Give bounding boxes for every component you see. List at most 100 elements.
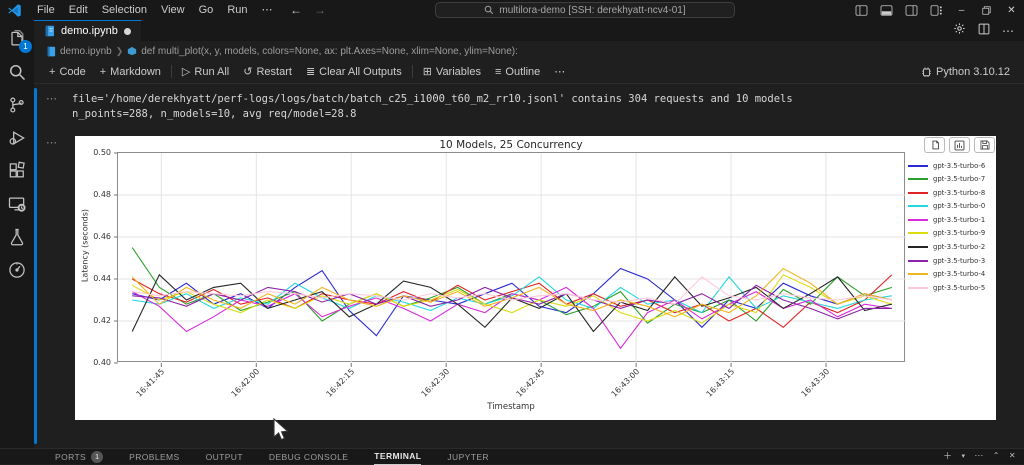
- clear-all-outputs-button[interactable]: ≣Clear All Outputs: [299, 61, 409, 83]
- remote-explorer-icon[interactable]: [7, 194, 27, 214]
- y-tick-label: 0.44: [77, 274, 111, 283]
- explorer-icon[interactable]: 1: [7, 29, 27, 49]
- panel-tab-ports[interactable]: PORTS1: [55, 449, 103, 465]
- editor-more-icon[interactable]: ⋯: [1002, 24, 1014, 38]
- close-panel-icon[interactable]: ✕: [1009, 451, 1016, 460]
- minimize-button[interactable]: –: [949, 0, 974, 20]
- menu-view[interactable]: View: [154, 0, 192, 20]
- chart-title: 10 Models, 25 Concurrency: [117, 139, 905, 151]
- add-code-cell-button[interactable]: +Code: [42, 61, 93, 83]
- search-sidebar-icon[interactable]: [7, 62, 27, 82]
- run-debug-icon[interactable]: [7, 128, 27, 148]
- panel-tab-problems[interactable]: PROBLEMS: [129, 449, 179, 465]
- breadcrumb-symbol[interactable]: def multi_plot(x, y, models, colors=None…: [141, 46, 518, 57]
- menu-file[interactable]: File: [30, 0, 62, 20]
- panel-tab-debug-console[interactable]: DEBUG CONSOLE: [269, 449, 348, 465]
- output-collapse-button[interactable]: ⋯: [46, 92, 58, 105]
- gauge-extension-icon[interactable]: [7, 260, 27, 280]
- source-control-icon[interactable]: [7, 95, 27, 115]
- close-window-button[interactable]: ✕: [999, 0, 1024, 20]
- panel-tab-output[interactable]: OUTPUT: [206, 449, 243, 465]
- vscode-logo-icon: [7, 3, 22, 18]
- output-collapse-button[interactable]: ⋯: [46, 136, 58, 149]
- open-plot-viewer-button[interactable]: [949, 137, 970, 153]
- series-line: [132, 277, 892, 304]
- legend-swatch: [908, 232, 928, 234]
- split-editor-icon[interactable]: [978, 22, 990, 40]
- output-hover-toolbar: [924, 137, 995, 153]
- cell-output-text: file='/home/derekhyatt/perf-logs/logs/ba…: [72, 92, 793, 122]
- menu-selection[interactable]: Selection: [95, 0, 154, 20]
- legend-label: gpt-3.5-turbo-4: [933, 270, 985, 278]
- outline-button[interactable]: ≡Outline: [488, 61, 547, 83]
- legend-label: gpt-3.5-turbo-6: [933, 162, 985, 170]
- copy-output-button[interactable]: [924, 137, 945, 153]
- restore-button[interactable]: [974, 0, 999, 20]
- nav-forward-icon[interactable]: →: [314, 3, 326, 17]
- method-symbol-icon: [127, 46, 137, 56]
- notebook-icon: [46, 46, 56, 57]
- y-tick-label: 0.46: [77, 232, 111, 241]
- panel-actions: ＋ ▾ ⋯ ⌃ ✕: [943, 448, 1016, 463]
- legend-entry: gpt-3.5-turbo-9: [908, 229, 985, 238]
- terminal-dropdown-icon[interactable]: ▾: [961, 452, 965, 460]
- activity-bar: 1: [0, 20, 34, 448]
- legend-entry: gpt-3.5-turbo-0: [908, 202, 985, 211]
- kernel-picker[interactable]: Python 3.10.12: [921, 60, 1010, 84]
- y-tick-label: 0.42: [77, 316, 111, 325]
- menu-edit[interactable]: Edit: [62, 0, 95, 20]
- maximize-panel-icon[interactable]: ⌃: [993, 451, 1000, 460]
- notebook-icon: [44, 25, 55, 37]
- toggle-panel-icon[interactable]: [874, 0, 899, 20]
- gear-icon[interactable]: [953, 22, 966, 40]
- menu-[interactable]: ⋯: [255, 0, 280, 20]
- x-tick-label: 16:42:45: [515, 367, 547, 399]
- x-tick-label: 16:42:00: [230, 367, 262, 399]
- command-center-search[interactable]: multilora-demo [SSH: derekhyatt-ncv4-01]: [435, 2, 735, 18]
- add-markdown-cell-button[interactable]: +Markdown: [93, 61, 168, 83]
- modified-dot-icon[interactable]: [124, 28, 131, 35]
- legend-entry: gpt-3.5-turbo-8: [908, 188, 985, 197]
- customize-layout-icon[interactable]: [924, 0, 949, 20]
- plus-icon: +: [49, 66, 55, 78]
- run-all-button[interactable]: ▷Run All: [175, 61, 236, 83]
- legend-swatch: [908, 287, 928, 289]
- y-tick-label: 0.50: [77, 148, 111, 157]
- legend-label: gpt-3.5-turbo-0: [933, 202, 985, 210]
- toolbar-divider: [171, 65, 172, 78]
- tab-label: demo.ipynb: [61, 25, 118, 37]
- legend-label: gpt-3.5-turbo-2: [933, 243, 985, 251]
- run-all-icon: ▷: [182, 65, 190, 78]
- panel-more-icon[interactable]: ⋯: [974, 450, 983, 461]
- tab-demo-ipynb[interactable]: demo.ipynb: [34, 20, 142, 41]
- restart-button[interactable]: ↺Restart: [236, 61, 299, 83]
- legend-entry: gpt-3.5-turbo-4: [908, 270, 985, 279]
- legend-swatch: [908, 246, 928, 248]
- save-plot-button[interactable]: [974, 137, 995, 153]
- toolbar-more-button[interactable]: ⋯: [547, 61, 572, 83]
- breadcrumb-file[interactable]: demo.ipynb: [60, 46, 112, 57]
- plot-area: [117, 152, 905, 362]
- nav-back-icon[interactable]: ←: [290, 3, 302, 17]
- panel-tab-jupyter[interactable]: JUPYTER: [447, 449, 489, 465]
- menu-go[interactable]: Go: [192, 0, 221, 20]
- notebook-toolbar: +Code +Markdown ▷Run All ↺Restart ≣Clear…: [34, 60, 1024, 84]
- extensions-icon[interactable]: [7, 161, 27, 181]
- variables-icon: ⊞: [423, 65, 432, 78]
- restart-icon: ↺: [243, 65, 252, 78]
- title-bar: FileEditSelectionViewGoRun⋯ ← → multilor…: [0, 0, 1024, 20]
- variables-button[interactable]: ⊞Variables: [416, 61, 488, 83]
- x-tick-label: 16:42:30: [420, 367, 452, 399]
- toggle-sidebar-icon[interactable]: [849, 0, 874, 20]
- menu-run[interactable]: Run: [220, 0, 254, 20]
- legend-swatch: [908, 192, 928, 194]
- legend-entry: gpt-3.5-turbo-5: [908, 283, 985, 292]
- x-tick-label: 16:42:15: [325, 367, 357, 399]
- legend-swatch: [908, 178, 928, 180]
- toggle-secondary-sidebar-icon[interactable]: [899, 0, 924, 20]
- new-terminal-button[interactable]: ＋: [943, 449, 952, 462]
- panel-tab-terminal[interactable]: TERMINAL: [374, 449, 421, 465]
- x-tick-label: 16:43:00: [610, 367, 642, 399]
- toolbar-divider: [412, 65, 413, 78]
- testing-icon[interactable]: [7, 227, 27, 247]
